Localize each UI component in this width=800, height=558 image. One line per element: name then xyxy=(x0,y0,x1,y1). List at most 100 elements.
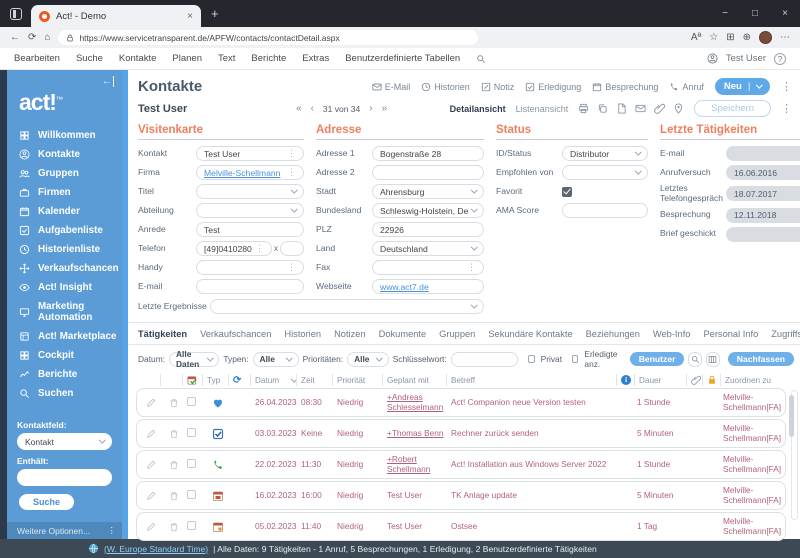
copy-icon[interactable] xyxy=(597,103,608,114)
delete-icon[interactable] xyxy=(161,429,183,439)
new-tab-button[interactable]: + xyxy=(211,6,219,21)
first-record-icon[interactable]: « xyxy=(296,103,302,114)
speichern-button[interactable]: Speichern xyxy=(694,100,771,117)
col-datum[interactable]: Datum xyxy=(250,374,296,386)
planned-with-link[interactable]: +Robert Schellmann xyxy=(383,455,447,474)
stadt-select[interactable]: Ahrensburg xyxy=(372,184,484,199)
tab-historien[interactable]: Historien xyxy=(284,329,321,339)
attachment-column-icon[interactable] xyxy=(691,375,701,385)
activity-row-2[interactable]: 03.03.2023 Keine Niedrig +Thomas Benn Re… xyxy=(136,419,786,448)
menu-benutzerdefinierte-tabellen[interactable]: Benutzerdefinierte Tabellen xyxy=(345,53,460,64)
header-overflow-menu-icon[interactable]: ⋮ xyxy=(781,80,792,93)
handy-field[interactable]: ⋮ xyxy=(196,260,304,275)
idstatus-select[interactable]: Distributor xyxy=(562,146,648,161)
favorites-icon[interactable]: ☆ xyxy=(709,32,718,43)
prev-record-icon[interactable]: ‹ xyxy=(311,103,314,114)
prioritaeten-filter-select[interactable]: Alle xyxy=(347,352,389,367)
sidebar-item-verkaufschancen[interactable]: Verkaufschancen xyxy=(7,259,122,278)
col-zuordnen-zu[interactable]: Zuordnen zu xyxy=(720,374,786,386)
planned-with-link[interactable]: +Thomas Benn xyxy=(383,429,447,439)
attachment-icon[interactable] xyxy=(654,103,665,114)
land-select[interactable]: Deutschland xyxy=(372,241,484,256)
adresse2-field[interactable] xyxy=(372,165,484,180)
activity-row-4[interactable]: 16.02.2023 16:00 Niedrig Test User TK An… xyxy=(136,481,786,510)
email-field[interactable] xyxy=(196,279,304,294)
edit-icon[interactable] xyxy=(137,429,161,439)
kontakt-field[interactable]: Test User⋮ xyxy=(196,146,304,161)
tab-personal-info[interactable]: Personal Info xyxy=(703,329,758,339)
delete-icon[interactable] xyxy=(161,522,183,532)
maximize-button[interactable]: □ xyxy=(740,0,770,27)
export-icon[interactable] xyxy=(616,103,627,114)
ama-score-field[interactable] xyxy=(562,203,648,218)
table-scrollbar[interactable] xyxy=(791,390,798,520)
adresse1-field[interactable]: Bogenstraße 28 xyxy=(372,146,484,161)
plz-field[interactable]: 22926 xyxy=(372,222,484,237)
sidebar-item-act-insight[interactable]: Act! Insight xyxy=(7,278,122,297)
firma-link[interactable]: Melville-Schellmann xyxy=(204,168,284,178)
email-action-button[interactable]: E-Mail xyxy=(372,82,411,92)
sidebar-item-historienliste[interactable]: Historienliste xyxy=(7,240,122,259)
menu-bearbeiten[interactable]: Bearbeiten xyxy=(14,53,60,64)
edit-icon[interactable] xyxy=(137,491,161,501)
logged-in-user[interactable]: Test User xyxy=(726,53,766,64)
close-button[interactable]: × xyxy=(770,0,800,27)
envelope-icon[interactable] xyxy=(635,103,646,114)
anruf-action-button[interactable]: Anruf xyxy=(669,82,704,92)
sidebar-item-willkommen[interactable]: Willkommen xyxy=(7,126,122,145)
sidebar-item-marketing-automation[interactable]: Marketing Automation xyxy=(7,297,122,327)
refresh-column-icon[interactable]: ⟳ xyxy=(228,374,250,386)
benutzer-button[interactable]: Benutzer xyxy=(630,352,685,366)
col-dauer[interactable]: Dauer xyxy=(634,374,686,386)
next-record-icon[interactable]: › xyxy=(369,103,372,114)
weitere-optionen-link[interactable]: Weitere Optionen... xyxy=(17,526,90,536)
listenansicht-toggle[interactable]: Listenansicht xyxy=(516,104,569,114)
tab-verkaufschancen[interactable]: Verkaufschancen xyxy=(200,329,271,339)
sidebar-item-berichte[interactable]: Berichte xyxy=(7,365,122,384)
row-checkbox[interactable] xyxy=(187,459,196,468)
menu-berichte[interactable]: Berichte xyxy=(251,53,286,64)
delete-icon[interactable] xyxy=(161,491,183,501)
letzte-ergebnisse-field[interactable] xyxy=(210,299,484,314)
titel-select[interactable] xyxy=(196,184,304,199)
menu-suche[interactable]: Suche xyxy=(76,53,103,64)
privat-checkbox[interactable] xyxy=(528,355,534,363)
firma-field[interactable]: Melville-Schellmann⋮ xyxy=(196,165,304,180)
kontaktfeld-select[interactable]: Kontakt xyxy=(17,433,112,450)
nachfassen-button[interactable]: Nachfassen xyxy=(728,352,794,366)
detailansicht-toggle[interactable]: Detailansicht xyxy=(450,104,506,114)
tab-notizen[interactable]: Notizen xyxy=(334,329,366,339)
menu-planen[interactable]: Planen xyxy=(172,53,202,64)
info-column-icon[interactable]: i xyxy=(621,375,631,385)
row-checkbox[interactable] xyxy=(187,397,196,406)
global-search-icon[interactable] xyxy=(476,54,486,64)
edit-icon[interactable] xyxy=(137,522,161,532)
tab-dokumente[interactable]: Dokumente xyxy=(379,329,427,339)
tab-taetigkeiten[interactable]: Tätigkeiten xyxy=(138,329,187,339)
help-icon[interactable]: ? xyxy=(774,53,786,65)
historien-action-button[interactable]: Historien xyxy=(421,82,470,92)
schluesselwort-input[interactable] xyxy=(451,352,519,367)
row-checkbox[interactable] xyxy=(187,428,196,437)
sidebar-item-firmen[interactable]: Firmen xyxy=(7,183,122,202)
home-icon[interactable]: ⌂ xyxy=(44,32,50,43)
sidebar-item-kalender[interactable]: Kalender xyxy=(7,202,122,221)
erledigte-checkbox[interactable] xyxy=(572,355,578,363)
suche-button[interactable]: Suche xyxy=(19,494,74,510)
sidebar-item-cockpit[interactable]: Cockpit xyxy=(7,346,122,365)
map-pin-icon[interactable] xyxy=(673,103,684,114)
browser-menu-icon[interactable]: ⋯ xyxy=(780,32,790,43)
read-aloud-icon[interactable]: Aª xyxy=(691,32,701,43)
typen-filter-select[interactable]: Alle xyxy=(253,352,299,367)
telefon-ext-field[interactable] xyxy=(280,241,304,256)
webseite-field[interactable]: www.act7.de xyxy=(372,279,484,294)
private-column-icon[interactable] xyxy=(707,375,717,385)
tab-beziehungen[interactable]: Beziehungen xyxy=(586,329,640,339)
col-betreff[interactable]: Betreff xyxy=(446,374,616,386)
delete-icon[interactable] xyxy=(161,398,183,408)
table-columns-button[interactable] xyxy=(706,352,720,367)
browser-avatar[interactable] xyxy=(759,31,772,44)
sidebar-item-act-marketplace[interactable]: Act! Marketplace xyxy=(7,327,122,346)
last-record-icon[interactable]: » xyxy=(382,103,388,114)
fax-field[interactable]: ⋮ xyxy=(372,260,484,275)
